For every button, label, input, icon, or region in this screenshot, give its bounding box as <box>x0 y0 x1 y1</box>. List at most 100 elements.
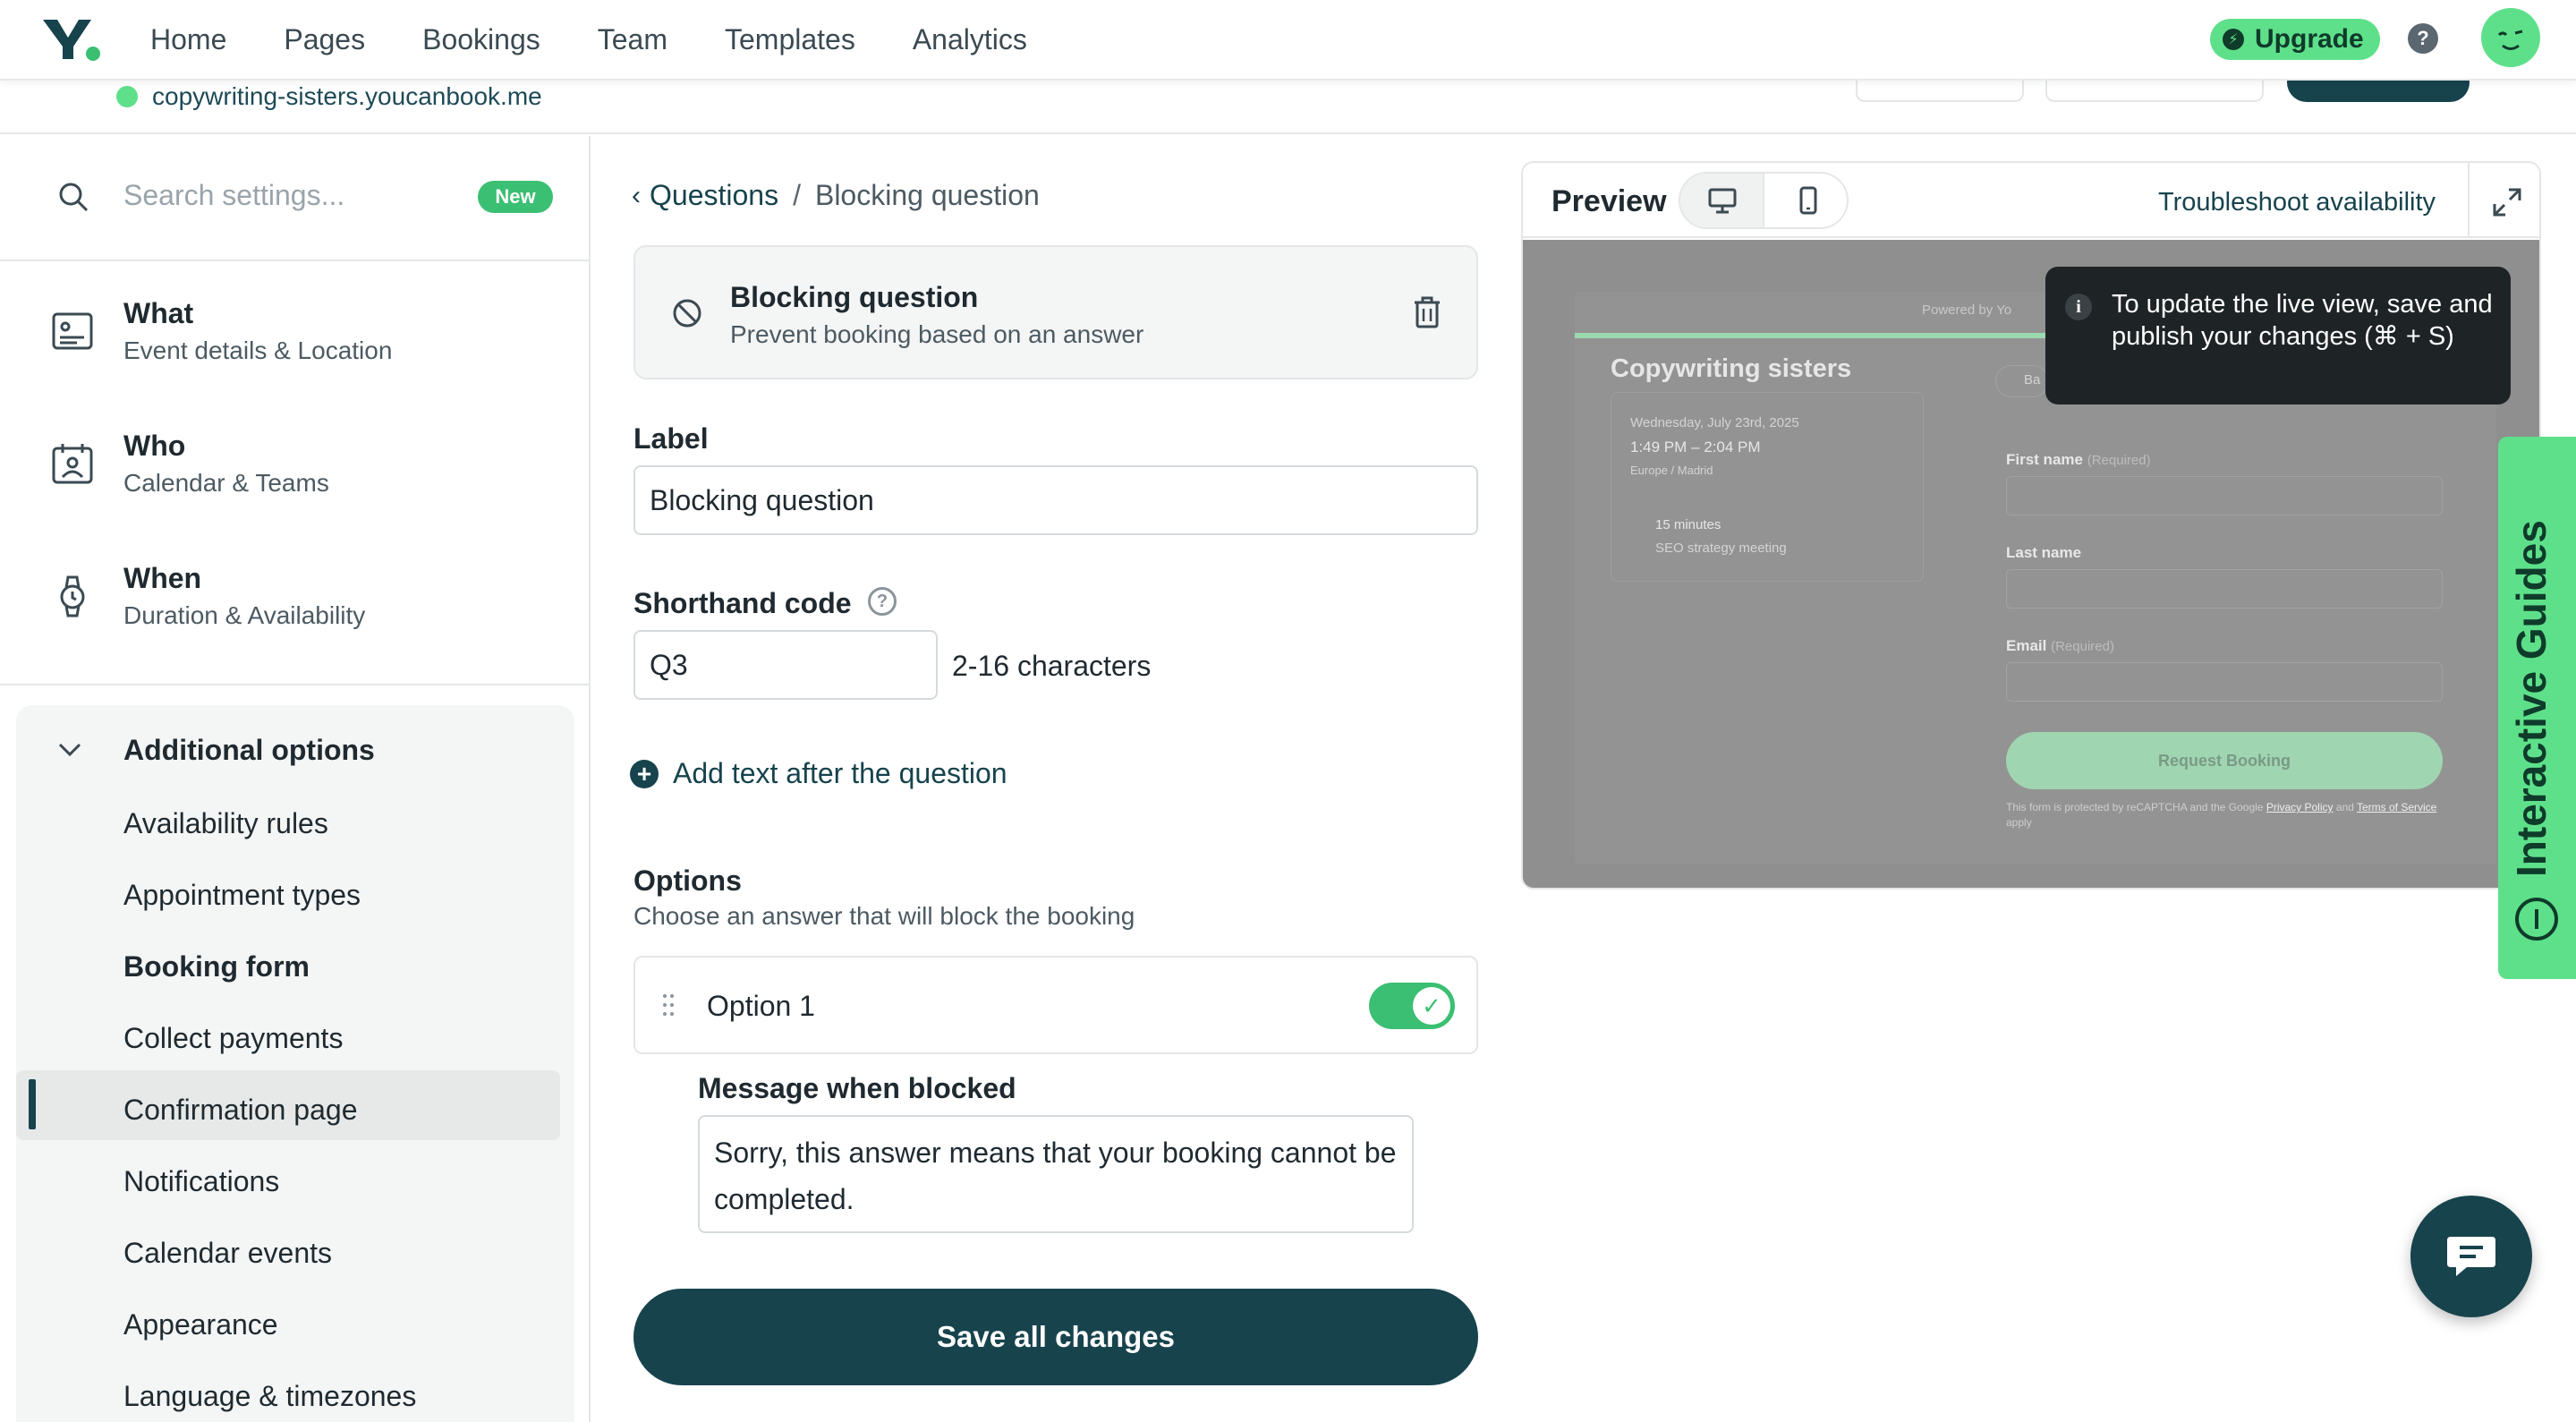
calendar-person-icon <box>52 444 93 484</box>
chat-support-button[interactable] <box>2410 1196 2532 1317</box>
label-field-title: Label <box>633 422 709 455</box>
summary-date: Wednesday, July 23rd, 2025 <box>1630 415 1799 430</box>
bolt-icon: ⚡ <box>2223 29 2244 50</box>
message-when-blocked-title: Message when blocked <box>698 1072 1016 1104</box>
section-title: Who <box>123 430 186 462</box>
chat-bubble-icon <box>2447 1237 2495 1276</box>
powered-by-text: Powered by Yo <box>1922 302 2012 318</box>
summary-meeting: SEO strategy meeting <box>1655 541 1787 556</box>
options-title: Options <box>633 864 742 897</box>
add-text-after-question-button[interactable]: + Add text after the question <box>630 757 1007 790</box>
plus-circle-icon: + <box>630 759 659 788</box>
company-name: Copywriting sisters <box>1611 354 1852 383</box>
option-label[interactable]: Option 1 <box>707 990 815 1023</box>
search-input[interactable]: Search settings... <box>123 179 344 212</box>
header-divider <box>2468 163 2470 238</box>
search-icon <box>59 183 89 212</box>
options-subtitle: Choose an answer that will block the boo… <box>633 902 1135 930</box>
option-row: Option 1 ✓ <box>633 956 1478 1054</box>
section-subtitle: Event details & Location <box>123 336 393 364</box>
guides-circle-icon <box>2515 898 2558 941</box>
preview-back-button <box>1995 365 2049 397</box>
sidebar-section-what[interactable]: What Event details & Location <box>0 265 589 397</box>
nav-templates[interactable]: Templates <box>725 21 855 57</box>
check-icon: ✓ <box>1413 987 1450 1025</box>
sidebar-item-appearance[interactable]: Appearance <box>123 1308 278 1341</box>
settings-sidebar: Search settings... New What Event detail… <box>0 136 591 1422</box>
sidebar-item-booking-form[interactable]: Booking form <box>123 950 310 983</box>
top-navigation: Home Pages Bookings Team Templates Analy… <box>0 0 2576 81</box>
sidebar-item-calendar-events[interactable]: Calendar events <box>123 1237 332 1270</box>
option-block-toggle[interactable]: ✓ <box>1369 983 1455 1029</box>
first-name-field <box>2006 476 2443 515</box>
nav-analytics[interactable]: Analytics <box>913 21 1027 57</box>
preview-title: Preview <box>1552 184 1667 218</box>
info-icon: i <box>2065 294 2092 320</box>
sidebar-item-language-timezones[interactable]: Language & timezones <box>123 1380 416 1413</box>
troubleshoot-availability-link[interactable]: Troubleshoot availability <box>2158 188 2436 217</box>
avatar[interactable] <box>2481 8 2540 67</box>
shorthand-field-title: Shorthand code <box>633 587 852 619</box>
last-name-label: Last name <box>2006 544 2082 561</box>
expand-icon[interactable] <box>2491 186 2523 218</box>
sidebar-item-notifications[interactable]: Notifications <box>123 1165 279 1198</box>
tooltip-text: To update the live view, save and publis… <box>2112 290 2493 351</box>
upgrade-button[interactable]: ⚡ Upgrade <box>2210 19 2380 60</box>
question-type-subtitle: Prevent booking based on an answer <box>730 320 1144 348</box>
question-mark-icon[interactable]: ? <box>868 587 897 616</box>
summary-timezone: Europe / Madrid <box>1630 464 1713 477</box>
preview-header: Preview Troubleshoot availability <box>1523 163 2539 238</box>
booking-page-url[interactable]: copywriting-sisters.youcanbook.me <box>116 81 542 113</box>
section-title: When <box>123 562 202 594</box>
sidebar-section-when[interactable]: When Duration & Availability <box>0 530 589 662</box>
device-toggle <box>1679 172 1849 229</box>
first-name-label: First name (Required) <box>2006 451 2151 468</box>
mobile-icon[interactable] <box>1793 185 1824 216</box>
desktop-icon[interactable] <box>1707 185 1738 216</box>
breadcrumb-questions[interactable]: Questions <box>650 179 778 212</box>
section-subtitle: Duration & Availability <box>123 601 366 629</box>
youcanbook-logo[interactable] <box>41 16 102 63</box>
recaptcha-notice: This form is protected by reCAPTCHA and … <box>2006 801 2437 829</box>
sidebar-item-confirmation-page[interactable]: Confirmation page <box>123 1094 357 1127</box>
nav-home[interactable]: Home <box>150 21 226 57</box>
interactive-guides-label: Interactive Guides <box>2508 520 2555 877</box>
page-subheader: copywriting-sisters.youcanbook.me <box>0 63 2576 134</box>
request-booking-button: Request Booking <box>2006 732 2443 789</box>
sidebar-item-appointment-types[interactable]: Appointment types <box>123 879 361 912</box>
settings-search[interactable]: Search settings... New <box>0 136 589 261</box>
label-input[interactable]: Blocking question <box>633 465 1478 535</box>
avatar-face-icon <box>2497 30 2523 50</box>
chevron-down-icon[interactable] <box>57 741 82 759</box>
sidebar-item-availability-rules[interactable]: Availability rules <box>123 807 328 840</box>
id-card-icon <box>52 312 93 350</box>
help-icon[interactable]: ? <box>2408 23 2438 54</box>
breadcrumb-separator: / <box>793 179 801 211</box>
email-field <box>2006 662 2443 702</box>
additional-options-toggle[interactable]: Additional options <box>123 734 375 767</box>
new-badge: New <box>478 181 553 213</box>
breadcrumb-current: Blocking question <box>814 179 1040 211</box>
shorthand-input[interactable]: Q3 <box>633 630 938 700</box>
sidebar-divider <box>0 684 589 685</box>
question-type-card: Blocking question Prevent booking based … <box>633 245 1478 379</box>
section-subtitle: Calendar & Teams <box>123 469 329 497</box>
save-all-changes-button[interactable]: Save all changes <box>633 1289 1478 1385</box>
message-when-blocked-textarea[interactable]: Sorry, this answer means that your booki… <box>698 1115 1414 1233</box>
chevron-left-icon[interactable]: ‹ <box>632 181 641 211</box>
ban-icon <box>673 299 701 328</box>
add-text-label: Add text after the question <box>673 757 1007 789</box>
sidebar-item-collect-payments[interactable]: Collect payments <box>123 1022 343 1055</box>
status-dot-icon <box>116 86 138 107</box>
drag-handle-icon[interactable] <box>662 993 675 1017</box>
trash-icon[interactable] <box>1412 295 1442 329</box>
sidebar-section-who[interactable]: Who Calendar & Teams <box>0 397 589 530</box>
back-text: Ba <box>2024 372 2041 387</box>
nav-bookings[interactable]: Bookings <box>422 21 540 57</box>
url-text: copywriting-sisters.youcanbook.me <box>152 82 542 110</box>
nav-pages[interactable]: Pages <box>284 21 365 57</box>
watch-icon <box>60 575 85 617</box>
email-label: Email (Required) <box>2006 637 2114 654</box>
summary-duration: 15 minutes <box>1655 517 1722 532</box>
nav-team[interactable]: Team <box>598 21 667 57</box>
